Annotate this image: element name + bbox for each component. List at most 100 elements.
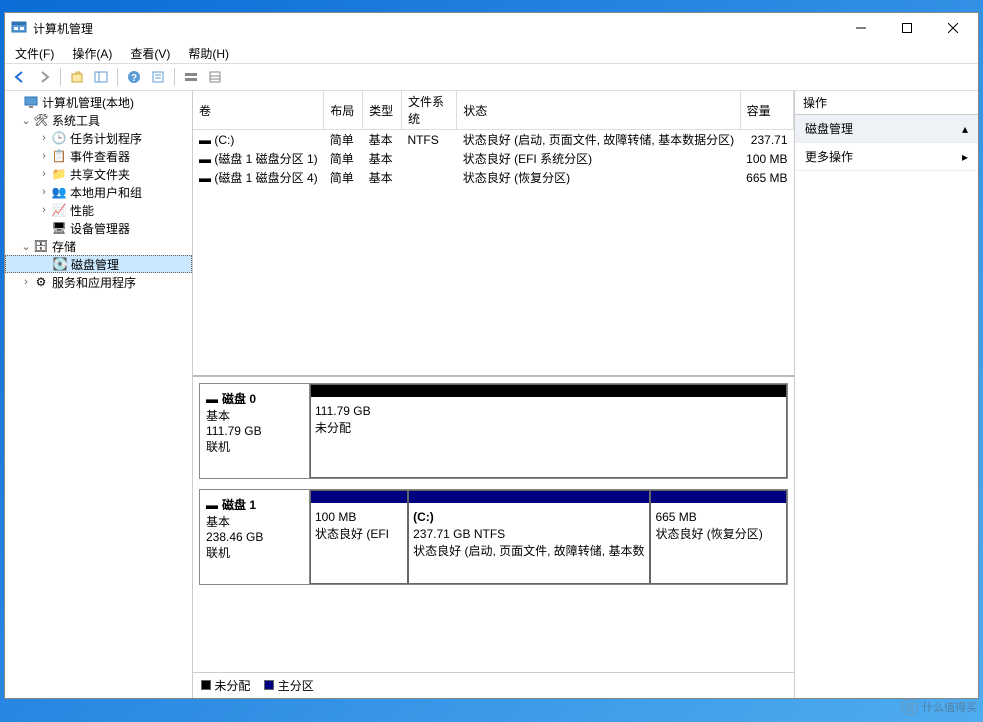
expand-icon[interactable]: ⌄	[19, 240, 33, 253]
partition-bar	[311, 491, 407, 503]
legend-primary: 主分区	[264, 677, 313, 694]
partition-text: 100 MB状态良好 (EFI	[311, 503, 407, 549]
expand-icon[interactable]: ›	[19, 276, 33, 288]
properties-button[interactable]	[147, 66, 169, 88]
volume-icon: ▬	[199, 133, 211, 147]
tree-performance[interactable]: ›📈性能	[5, 201, 192, 219]
folder-icon: 📁	[51, 166, 67, 182]
partition-text: (C:)237.71 GB NTFS状态良好 (启动, 页面文件, 故障转储, …	[409, 503, 649, 565]
tree-services-apps[interactable]: ›⚙服务和应用程序	[5, 273, 192, 291]
partition[interactable]: 111.79 GB未分配	[310, 384, 787, 478]
action-more[interactable]: 更多操作▸	[795, 143, 978, 171]
legend-swatch-black	[201, 680, 211, 690]
chevron-right-icon: ▸	[962, 150, 968, 164]
legend-unallocated: 未分配	[201, 677, 250, 694]
close-button[interactable]	[930, 13, 976, 43]
volume-table: 卷 布局 类型 文件系统 状态 容量 ▬ (C:)简单基本NTFS状态良好 (启…	[193, 91, 794, 187]
table-row[interactable]: ▬ (C:)简单基本NTFS状态良好 (启动, 页面文件, 故障转储, 基本数据…	[193, 130, 794, 150]
col-capacity[interactable]: 容量	[740, 91, 793, 130]
watermark: 值 什么值得买	[901, 698, 977, 716]
disk-graphical-view[interactable]: ▬ 磁盘 0基本111.79 GB联机111.79 GB未分配▬ 磁盘 1基本2…	[193, 377, 794, 672]
partition-bar	[311, 385, 786, 397]
app-icon	[11, 20, 27, 36]
disk-block[interactable]: ▬ 磁盘 1基本238.46 GB联机100 MB状态良好 (EFI(C:)23…	[199, 489, 788, 585]
tree-storage[interactable]: ⌄🗄存储	[5, 237, 192, 255]
svg-text:值: 值	[905, 701, 915, 714]
tree-event-viewer[interactable]: ›📋事件查看器	[5, 147, 192, 165]
menu-bar: 文件(F) 操作(A) 查看(V) 帮助(H)	[5, 43, 978, 63]
menu-action[interactable]: 操作(A)	[68, 43, 116, 64]
actions-panel: 操作 磁盘管理▴ 更多操作▸	[795, 91, 978, 698]
tree-disk-management[interactable]: 💽磁盘管理	[5, 255, 192, 273]
tree-shared-folders[interactable]: ›📁共享文件夹	[5, 165, 192, 183]
navigation-tree[interactable]: 计算机管理(本地) ⌄🛠系统工具 ›🕒任务计划程序 ›📋事件查看器 ›📁共享文件…	[5, 91, 193, 698]
menu-file[interactable]: 文件(F)	[11, 43, 58, 64]
back-button[interactable]	[9, 66, 31, 88]
up-button[interactable]	[66, 66, 88, 88]
toolbar-separator	[174, 68, 175, 86]
clock-icon: 🕒	[51, 130, 67, 146]
partition[interactable]: 100 MB状态良好 (EFI	[310, 490, 408, 584]
performance-icon: 📈	[51, 202, 67, 218]
services-icon: ⚙	[33, 274, 49, 290]
menu-help[interactable]: 帮助(H)	[184, 43, 233, 64]
disk-icon: ▬	[206, 392, 218, 406]
table-row[interactable]: ▬ (磁盘 1 磁盘分区 1)简单基本状态良好 (EFI 系统分区)100 MB	[193, 149, 794, 168]
partition-text: 665 MB状态良好 (恢复分区)	[651, 503, 786, 549]
main-window: 计算机管理 文件(F) 操作(A) 查看(V) 帮助(H) ? 计算机管理(本地…	[4, 12, 979, 699]
window-title: 计算机管理	[33, 20, 838, 37]
expand-icon[interactable]: ›	[37, 186, 51, 198]
disk-icon: ▬	[206, 498, 218, 512]
col-fs[interactable]: 文件系统	[401, 91, 456, 130]
expand-icon[interactable]: ›	[37, 168, 51, 180]
legend-swatch-navy	[264, 680, 274, 690]
partition-bar	[409, 491, 649, 503]
center-panel: 卷 布局 类型 文件系统 状态 容量 ▬ (C:)简单基本NTFS状态良好 (启…	[193, 91, 795, 698]
list-view-button[interactable]	[204, 66, 226, 88]
action-disk-management[interactable]: 磁盘管理▴	[795, 115, 978, 143]
col-volume[interactable]: 卷	[193, 91, 324, 130]
disk-block[interactable]: ▬ 磁盘 0基本111.79 GB联机111.79 GB未分配	[199, 383, 788, 479]
disk-label[interactable]: ▬ 磁盘 1基本238.46 GB联机	[200, 490, 310, 584]
expand-icon[interactable]: ⌄	[19, 114, 33, 127]
toolbar-separator	[60, 68, 61, 86]
device-icon: 🖥	[51, 220, 67, 236]
partition[interactable]: (C:)237.71 GB NTFS状态良好 (启动, 页面文件, 故障转储, …	[408, 490, 650, 584]
disk-view-button[interactable]	[180, 66, 202, 88]
partition[interactable]: 665 MB状态良好 (恢复分区)	[650, 490, 787, 584]
tree-device-manager[interactable]: 🖥设备管理器	[5, 219, 192, 237]
disk-partitions: 111.79 GB未分配	[310, 384, 787, 478]
volume-list[interactable]: 卷 布局 类型 文件系统 状态 容量 ▬ (C:)简单基本NTFS状态良好 (启…	[193, 91, 794, 377]
expand-icon[interactable]: ›	[37, 150, 51, 162]
tree-task-scheduler[interactable]: ›🕒任务计划程序	[5, 129, 192, 147]
tree-system-tools[interactable]: ⌄🛠系统工具	[5, 111, 192, 129]
disk-icon: 💽	[52, 256, 68, 272]
partition-bar	[651, 491, 786, 503]
col-status[interactable]: 状态	[457, 91, 740, 130]
expand-icon[interactable]: ›	[37, 132, 51, 144]
tree-root[interactable]: 计算机管理(本地)	[5, 93, 192, 111]
minimize-button[interactable]	[838, 13, 884, 43]
users-icon: 👥	[51, 184, 67, 200]
show-hide-tree-button[interactable]	[90, 66, 112, 88]
col-type[interactable]: 类型	[363, 91, 402, 130]
collapse-icon: ▴	[962, 122, 968, 136]
tree-local-users[interactable]: ›👥本地用户和组	[5, 183, 192, 201]
toolbar: ?	[5, 63, 978, 91]
maximize-button[interactable]	[884, 13, 930, 43]
menu-view[interactable]: 查看(V)	[126, 43, 174, 64]
help-button[interactable]: ?	[123, 66, 145, 88]
window-controls	[838, 13, 976, 43]
col-layout[interactable]: 布局	[324, 91, 363, 130]
tools-icon: 🛠	[33, 112, 49, 128]
table-row[interactable]: ▬ (磁盘 1 磁盘分区 4)简单基本状态良好 (恢复分区)665 MB	[193, 168, 794, 187]
disk-partitions: 100 MB状态良好 (EFI(C:)237.71 GB NTFS状态良好 (启…	[310, 490, 787, 584]
title-bar[interactable]: 计算机管理	[5, 13, 978, 43]
toolbar-separator	[117, 68, 118, 86]
volume-icon: ▬	[199, 152, 211, 166]
volume-icon: ▬	[199, 171, 211, 185]
disk-label[interactable]: ▬ 磁盘 0基本111.79 GB联机	[200, 384, 310, 478]
expand-icon[interactable]: ›	[37, 204, 51, 216]
svg-text:?: ?	[131, 73, 137, 84]
forward-button[interactable]	[33, 66, 55, 88]
